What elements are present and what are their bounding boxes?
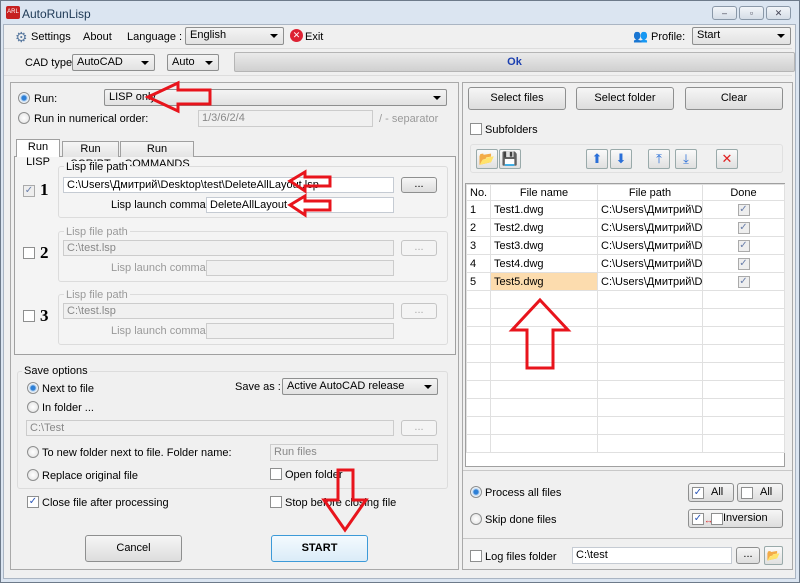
annotation-arrow-path bbox=[287, 169, 332, 194]
annotation-arrow-run bbox=[144, 80, 212, 114]
annotation-arrow-file bbox=[508, 297, 572, 370]
annotation-arrow-start bbox=[321, 468, 369, 533]
annotation-overlay bbox=[144, 80, 572, 533]
annotation-arrow-cmd bbox=[287, 193, 332, 218]
